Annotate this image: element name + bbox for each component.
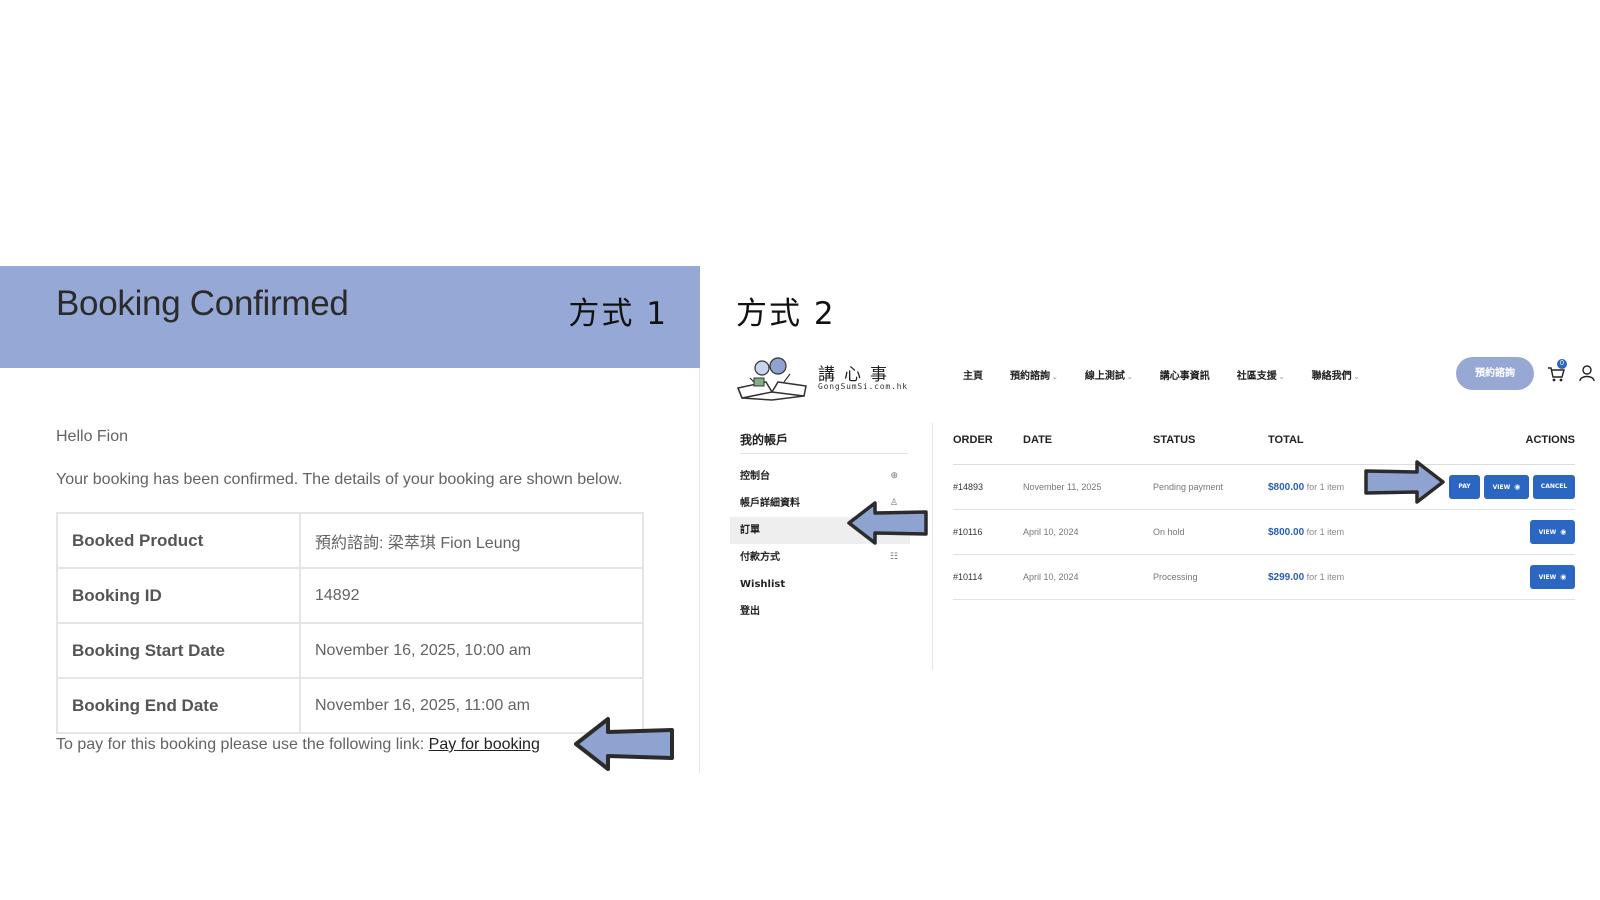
- table-row: #14893 November 11, 2025 Pending payment…: [953, 465, 1575, 510]
- arrow-left-icon: [574, 717, 674, 771]
- table-row: Booking End Date November 16, 2025, 11:0…: [56, 677, 644, 734]
- table-row: Booking Start Date November 16, 2025, 10…: [56, 622, 644, 679]
- account-title: 我的帳戶: [740, 433, 789, 447]
- table-row: #10114 April 10, 2024 Processing $299.00…: [953, 555, 1575, 600]
- email-title: Booking Confirmed: [56, 284, 349, 323]
- intro-text: Your booking has been confirmed. The det…: [56, 471, 623, 488]
- sidebar-item-logout[interactable]: 登出: [730, 598, 910, 625]
- email-header: Booking Confirmed 方式 1: [0, 266, 700, 368]
- order-total: $800.00 for 1 item: [1268, 482, 1345, 493]
- table-row: Booked Product 預約諮詢: 梁萃琪 Fion Leung: [56, 512, 644, 569]
- chevron-down-icon: ⌄: [1278, 373, 1285, 381]
- column-header: DATE: [1023, 434, 1053, 446]
- table-row: #10116 April 10, 2024 On hold $800.00 fo…: [953, 510, 1575, 555]
- pay-for-booking-link[interactable]: Pay for booking: [429, 736, 540, 753]
- nav-item-community[interactable]: 社區支援 ⌄: [1237, 367, 1285, 382]
- table-row: Booking ID 14892: [56, 567, 644, 624]
- site-logo[interactable]: 講心事 GongSumSi.com.hk: [736, 354, 908, 402]
- row-value: 14892: [299, 567, 644, 624]
- nav-item-info[interactable]: 講心事資訊: [1160, 367, 1210, 382]
- order-number[interactable]: #14893: [953, 465, 983, 510]
- nav-item-contact[interactable]: 聯絡我們 ⌄: [1312, 367, 1360, 382]
- booking-details-table: Booked Product 預約諮詢: 梁萃琪 Fion Leung Book…: [56, 512, 644, 734]
- row-actions: VIEW ◉: [1530, 520, 1575, 544]
- book-consultation-button[interactable]: 預約諮詢: [1456, 357, 1534, 390]
- account-orders-page: 講心事 GongSumSi.com.hk 主頁 預約諮詢 ⌄ 線上測試 ⌄ 講心事資…: [728, 350, 1600, 680]
- booking-email: Booking Confirmed 方式 1 Hello Fion Your b…: [0, 266, 700, 773]
- cart-count-badge: 0: [1557, 359, 1567, 369]
- order-date: November 11, 2025: [1023, 482, 1102, 492]
- chevron-down-icon: ⌄: [1353, 373, 1360, 381]
- order-date: April 10, 2024: [1023, 527, 1079, 537]
- row-label: Booking Start Date: [56, 622, 301, 679]
- method-2-label: 方式 2: [736, 296, 836, 332]
- order-status: Processing: [1153, 572, 1198, 582]
- pay-prefix: To pay for this booking please use the f…: [56, 736, 425, 753]
- order-status: Pending payment: [1153, 482, 1224, 492]
- row-label: Booked Product: [56, 512, 301, 569]
- order-total: $299.00 for 1 item: [1268, 572, 1345, 583]
- logo-url: GongSumSi.com.hk: [818, 382, 908, 391]
- chevron-down-icon: ⌄: [1126, 373, 1133, 381]
- arrow-left-icon: [847, 501, 928, 545]
- view-button[interactable]: VIEW ◉: [1530, 565, 1575, 589]
- nav-item-home[interactable]: 主頁: [963, 367, 983, 382]
- order-number[interactable]: #10116: [953, 510, 982, 555]
- method-1-label: 方式 1: [568, 296, 668, 332]
- chevron-down-icon: ⌄: [1052, 373, 1058, 381]
- view-button[interactable]: VIEW ◉: [1530, 520, 1575, 544]
- arrow-right-icon: [1364, 460, 1445, 504]
- user-icon[interactable]: [1578, 364, 1596, 382]
- eye-icon: ◉: [1560, 573, 1567, 581]
- row-label: Booking ID: [56, 567, 301, 624]
- dashboard-icon: ⊕: [890, 471, 898, 481]
- row-label: Booking End Date: [56, 677, 301, 734]
- view-button[interactable]: VIEW ◉: [1484, 475, 1529, 499]
- eye-icon: ◉: [1560, 528, 1567, 536]
- column-header: TOTAL: [1268, 434, 1304, 446]
- order-status: On hold: [1153, 527, 1185, 537]
- divider: [932, 423, 933, 670]
- column-header: ACTIONS: [1525, 434, 1576, 446]
- pay-button[interactable]: PAY: [1449, 475, 1480, 499]
- row-value: 預約諮詢: 梁萃琪 Fion Leung: [299, 512, 644, 569]
- cancel-button[interactable]: CANCEL: [1533, 475, 1575, 499]
- sidebar-item-payment-methods[interactable]: 付款方式 ☷: [730, 544, 910, 571]
- row-actions: VIEW ◉: [1530, 565, 1575, 589]
- column-header: ORDER: [953, 434, 993, 446]
- row-value: November 16, 2025, 10:00 am: [299, 622, 644, 679]
- nav-item-booking[interactable]: 預約諮詢 ⌄: [1010, 367, 1058, 382]
- sidebar-item-dashboard[interactable]: 控制台 ⊕: [730, 463, 910, 490]
- row-actions: PAY VIEW ◉ CANCEL: [1449, 475, 1575, 499]
- greeting: Hello Fion: [56, 428, 129, 445]
- order-total: $800.00 for 1 item: [1268, 527, 1345, 538]
- eye-icon: ◉: [1514, 483, 1521, 491]
- column-header: STATUS: [1153, 434, 1196, 446]
- divider: [740, 453, 908, 454]
- pay-instructions: To pay for this booking please use the f…: [56, 736, 540, 754]
- nav-item-online-test[interactable]: 線上測試 ⌄: [1085, 367, 1133, 382]
- order-number[interactable]: #10114: [953, 555, 982, 600]
- main-nav: 主頁 預約諮詢 ⌄ 線上測試 ⌄ 講心事資訊 社區支援 ⌄ 聯絡我們 ⌄: [963, 367, 1387, 382]
- list-icon: ☷: [889, 552, 898, 562]
- sidebar-item-wishlist[interactable]: Wishlist: [730, 571, 910, 598]
- book-logo-icon: [736, 357, 807, 401]
- order-date: April 10, 2024: [1023, 572, 1079, 582]
